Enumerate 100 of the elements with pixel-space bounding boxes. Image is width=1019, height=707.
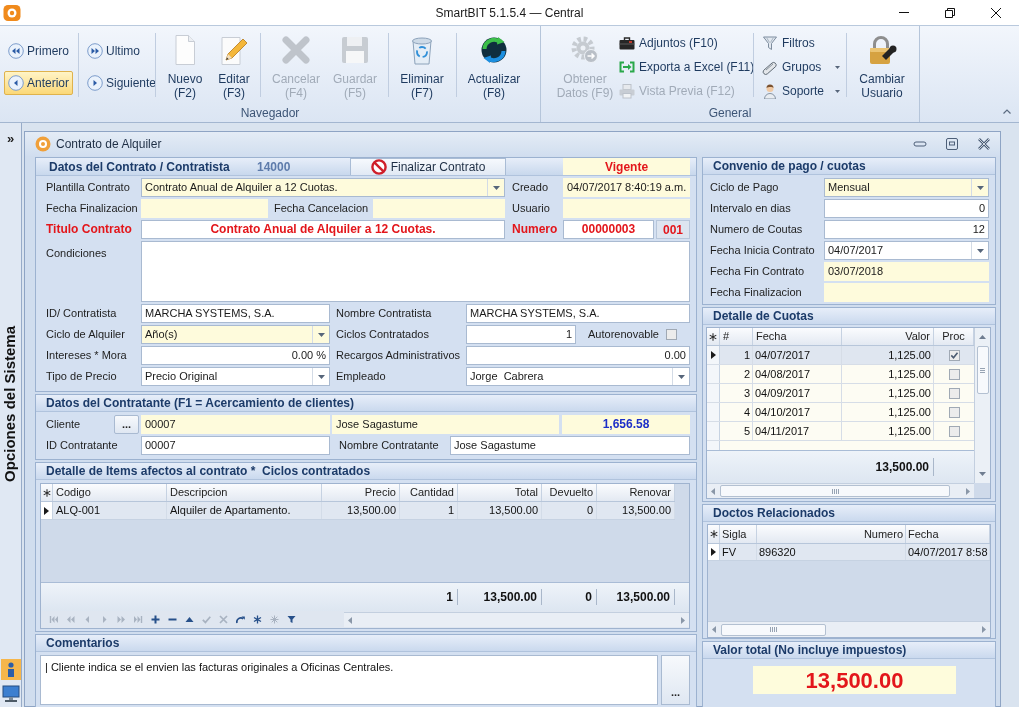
- text-field[interactable]: 03/07/2018: [824, 262, 989, 281]
- group-label: Navegador: [240, 105, 300, 122]
- ribbon-menu-button[interactable]: Grupos: [762, 56, 842, 78]
- curved-arrow-icon[interactable]: [236, 615, 245, 624]
- sidebar-title[interactable]: Opciones del Sistema: [0, 325, 22, 482]
- memo-field[interactable]: [141, 241, 690, 302]
- column-header[interactable]: Fecha: [753, 328, 842, 345]
- text-field[interactable]: 1: [466, 325, 576, 344]
- text-field[interactable]: [563, 199, 690, 218]
- nav-button[interactable]: Anterior: [4, 71, 74, 95]
- field-label: Numero de Coutas: [710, 223, 803, 236]
- asterisk-icon[interactable]: [253, 615, 262, 624]
- checkbox[interactable]: [948, 387, 960, 399]
- dropdown-field[interactable]: 04/07/2017: [824, 241, 989, 260]
- text-field[interactable]: 12: [824, 220, 989, 239]
- table-cell: 04/07/2017 8:58: [906, 544, 990, 560]
- text-field[interactable]: 1,656.58: [562, 415, 690, 434]
- checkbox[interactable]: [948, 368, 960, 380]
- checkbox[interactable]: [948, 425, 960, 437]
- column-header[interactable]: Descripcion: [167, 484, 322, 501]
- column-header[interactable]: Numero: [757, 525, 906, 543]
- asterisk-icon: [709, 332, 717, 341]
- column-header[interactable]: Fecha: [906, 525, 990, 543]
- info-icon[interactable]: [0, 659, 21, 680]
- suffix-field[interactable]: 001: [656, 220, 690, 239]
- dropdown-field[interactable]: Contrato Anual de Alquiler a 12 Cuotas.: [141, 178, 505, 197]
- total-cell: 0: [542, 589, 597, 605]
- horizontal-scrollbar[interactable]: [344, 612, 689, 627]
- finish-contract-button[interactable]: Finalizar Contrato: [350, 158, 506, 175]
- vertical-scrollbar[interactable]: [974, 328, 990, 483]
- text-field[interactable]: 00007: [141, 436, 330, 455]
- text-field[interactable]: Contrato Anual de Alquiler a 12 Cuotas.: [141, 220, 505, 239]
- dropdown-field[interactable]: Año(s): [141, 325, 330, 344]
- table-row[interactable]: 5 04/11/2017 1,125.00: [707, 422, 974, 441]
- ribbon-menu-button[interactable]: Soporte: [762, 80, 842, 102]
- field-label: Condiciones: [46, 247, 107, 260]
- text-field[interactable]: 0: [824, 199, 989, 218]
- text-field[interactable]: 0.00 %: [141, 346, 330, 365]
- text-field[interactable]: MARCHA SYSTEMS, S.A.: [141, 304, 330, 323]
- page-pencil-icon: [218, 34, 250, 66]
- dropdown-field[interactable]: Precio Original: [141, 367, 330, 386]
- text-field[interactable]: 04/07/2017 8:40:19 a.m.: [563, 178, 690, 197]
- column-header[interactable]: Sigla: [720, 525, 757, 543]
- checkbox[interactable]: [948, 406, 960, 418]
- table-row[interactable]: ALQ-001 Alquiler de Apartamento. 13,500.00 1 13,500.00 0 13,500.00: [41, 502, 675, 520]
- column-header[interactable]: Cantidad: [400, 484, 458, 501]
- text-field[interactable]: Jose Sagastume: [450, 436, 690, 455]
- more-button[interactable]: ...: [661, 655, 690, 705]
- browse-button[interactable]: ...: [114, 415, 139, 434]
- table-row[interactable]: FV 896320 04/07/2017 8:58: [708, 544, 990, 561]
- column-header[interactable]: Valor: [842, 328, 934, 345]
- nav-button[interactable]: Siguiente: [83, 71, 161, 95]
- text-field[interactable]: [824, 283, 989, 302]
- text-field[interactable]: 0.00: [466, 346, 690, 365]
- funnel-icon[interactable]: [287, 615, 296, 624]
- checkbox[interactable]: [666, 329, 677, 340]
- column-header[interactable]: Precio: [322, 484, 400, 501]
- text-field[interactable]: [141, 199, 268, 218]
- text-field[interactable]: Jose Sagastume: [332, 415, 559, 434]
- nav-button[interactable]: Ultimo: [83, 39, 144, 63]
- text-field[interactable]: 00007: [141, 415, 330, 434]
- dropdown-field[interactable]: Jorge Cabrera: [466, 367, 690, 386]
- table-row[interactable]: 2 04/08/2017 1,125.00: [707, 365, 974, 384]
- text-field[interactable]: [373, 199, 505, 218]
- text-field[interactable]: MARCHA SYSTEMS, S.A.: [466, 304, 690, 323]
- plus-icon[interactable]: [151, 615, 160, 624]
- up-triangle-icon[interactable]: [185, 615, 194, 624]
- column-header[interactable]: Total: [458, 484, 542, 501]
- ribbon-button[interactable]: Editar (F3): [210, 32, 258, 104]
- horizontal-scrollbar[interactable]: [708, 621, 990, 637]
- ribbon-button[interactable]: Cambiar Usuario: [852, 32, 912, 104]
- column-header[interactable]: Codigo: [53, 484, 167, 501]
- scrollbar-thumb[interactable]: [976, 346, 989, 394]
- ribbon-button[interactable]: Actualizar (F8): [462, 32, 526, 104]
- table-cell: 1,125.00: [842, 403, 934, 421]
- ribbon-button[interactable]: Eliminar (F7): [394, 32, 450, 104]
- checkbox[interactable]: [948, 349, 960, 361]
- table-row[interactable]: 4 04/10/2017 1,125.00: [707, 403, 974, 422]
- monitor-icon[interactable]: [0, 683, 21, 703]
- ribbon-action[interactable]: Adjuntos (F10): [619, 32, 749, 54]
- expand-button[interactable]: »: [0, 128, 21, 148]
- nav-button[interactable]: Primero: [4, 39, 73, 63]
- scrollbar-thumb[interactable]: [720, 485, 950, 497]
- table-row[interactable]: 3 04/09/2017 1,125.00: [707, 384, 974, 403]
- column-header[interactable]: Renovar: [597, 484, 675, 501]
- scrollbar-thumb[interactable]: [721, 623, 826, 636]
- chevron-up-icon[interactable]: [1003, 109, 1011, 114]
- close-icon[interactable]: [977, 137, 991, 151]
- column-header[interactable]: #: [720, 328, 753, 345]
- ribbon-button[interactable]: Nuevo (F2): [160, 32, 210, 104]
- horizontal-scrollbar[interactable]: [707, 483, 974, 498]
- field-label: Titulo Contrato: [46, 223, 132, 236]
- table-row[interactable]: 1 04/07/2017 1,125.00: [707, 346, 974, 365]
- dropdown-field[interactable]: Mensual: [824, 178, 989, 197]
- text-field[interactable]: 00000003: [563, 220, 654, 239]
- column-header[interactable]: Devuelto: [542, 484, 597, 501]
- restore-icon[interactable]: [945, 137, 959, 151]
- ribbon-menu-button[interactable]: Filtros: [762, 32, 842, 54]
- comments-field[interactable]: | Cliente indica se el envien las facturas originales a Oficinas Centrales.: [40, 655, 658, 705]
- no-entry-icon: [370, 159, 387, 175]
